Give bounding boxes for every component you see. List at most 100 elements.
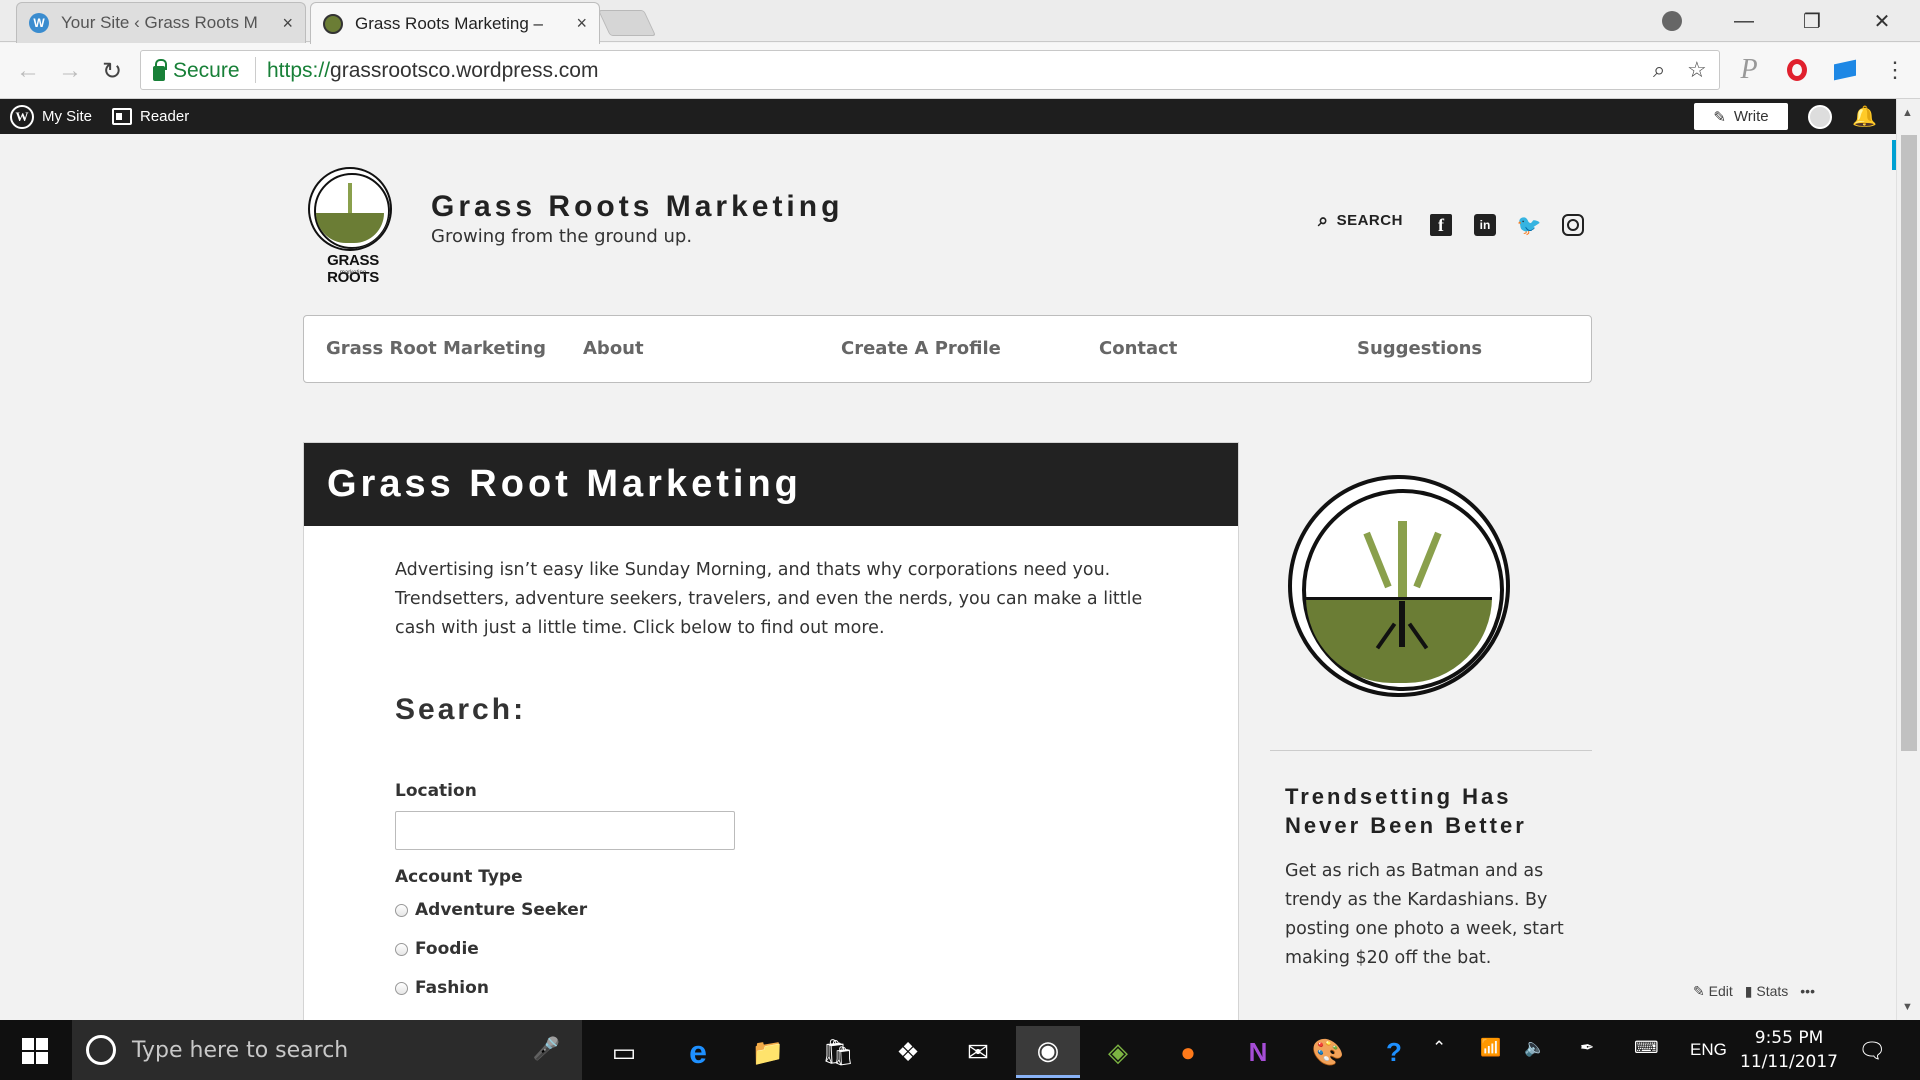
site-title[interactable]: Grass Roots Marketing <box>431 190 843 224</box>
pencil-icon: ✎ <box>1693 982 1705 999</box>
onenote-icon[interactable]: N <box>1226 1026 1290 1078</box>
my-site-link[interactable]: W My Site <box>10 99 92 134</box>
new-tab-button[interactable] <box>597 10 657 36</box>
forward-icon[interactable]: → <box>52 53 88 89</box>
back-icon[interactable]: ← <box>10 53 46 89</box>
site-logo[interactable]: GRASS ROOTS marketing <box>303 164 403 286</box>
radio-button[interactable] <box>395 981 408 995</box>
chrome-icon[interactable]: ◉ <box>1016 1026 1080 1078</box>
minimize-icon[interactable]: — <box>1714 0 1774 42</box>
opera-extension-icon[interactable] <box>1782 55 1812 85</box>
url-protocol: https:// <box>267 59 331 82</box>
nav-item-contact[interactable]: Contact <box>1099 338 1177 359</box>
restore-icon[interactable]: ❐ <box>1782 0 1842 42</box>
keyboard-icon[interactable]: ⌨ <box>1634 1038 1659 1058</box>
file-explorer-icon[interactable]: 📁 <box>736 1026 800 1078</box>
linkedin-icon[interactable]: in <box>1474 214 1496 236</box>
close-icon[interactable]: × <box>282 13 293 34</box>
reader-link[interactable]: Reader <box>112 99 189 134</box>
tray-chevron-icon[interactable]: ⌃ <box>1432 1038 1446 1058</box>
url-host: grassrootsco.wordpress.com <box>330 59 599 82</box>
system-clock[interactable]: 9:55 PM 11/11/2017 <box>1730 1026 1848 1074</box>
radio-label: Fashion <box>415 978 489 998</box>
write-label: Write <box>1733 108 1769 125</box>
avatar[interactable] <box>1808 105 1832 129</box>
wordpress-icon: W <box>29 13 49 33</box>
window-extension-icon[interactable] <box>1830 55 1860 85</box>
microphone-icon[interactable]: 🎤 <box>533 1036 560 1062</box>
sidebar-widget-text: Get as rich as Batman and as trendy as t… <box>1285 861 1564 968</box>
radio-label: Foodie <box>415 939 479 959</box>
edge-icon[interactable]: e <box>666 1026 730 1078</box>
clock-date: 11/11/2017 <box>1740 1052 1838 1072</box>
windows-start-icon[interactable] <box>22 1038 48 1064</box>
nav-item-suggestions[interactable]: Suggestions <box>1357 338 1482 359</box>
stats-link[interactable]: ▮ Stats <box>1745 983 1789 1000</box>
logo-grass-leaf <box>1363 531 1392 589</box>
task-view-icon[interactable]: ▭ <box>592 1026 656 1078</box>
tab-grass-roots[interactable]: Grass Roots Marketing – × <box>310 2 600 44</box>
store-icon[interactable]: 🛍 <box>806 1026 870 1078</box>
volume-icon[interactable]: 🔈 <box>1524 1038 1545 1058</box>
edit-label: Edit <box>1708 982 1733 999</box>
browser-toolbar: ← → ↻ Secure https://grassrootsco.wordpr… <box>0 43 1920 99</box>
scroll-up-arrow-icon[interactable]: ▲ <box>1902 107 1913 119</box>
help-icon[interactable]: ? <box>1362 1026 1426 1078</box>
scrollbar-thumb[interactable] <box>1901 135 1917 751</box>
header-search-button[interactable]: ⌕ SEARCH <box>1318 210 1403 231</box>
radio-label: Adventure Seeker <box>415 900 588 920</box>
radio-button[interactable] <box>395 942 408 956</box>
taskbar-search-box[interactable]: Type here to search 🎤 <box>72 1020 582 1080</box>
wifi-icon[interactable]: 📶 <box>1480 1038 1501 1058</box>
scroll-down-arrow-icon[interactable]: ▼ <box>1902 1001 1913 1013</box>
cortana-icon <box>86 1035 116 1065</box>
pen-icon[interactable]: ✒ <box>1580 1038 1594 1058</box>
tab-title: Grass Roots Marketing – <box>355 13 544 33</box>
facebook-icon[interactable]: f <box>1430 214 1452 236</box>
menu-dots-icon[interactable]: ⋮ <box>1880 55 1910 85</box>
nav-item-grass-root-marketing[interactable]: Grass Root Marketing <box>326 338 546 359</box>
address-bar[interactable]: Secure https://grassrootsco.wordpress.co… <box>140 50 1720 90</box>
more-options-icon[interactable]: ••• <box>1800 983 1815 999</box>
logo-text: GRASS ROOTS <box>327 252 379 286</box>
radio-option-foodie[interactable]: Foodie <box>395 939 479 959</box>
search-label: SEARCH <box>1336 212 1403 229</box>
location-input[interactable] <box>395 811 735 850</box>
edit-link[interactable]: ✎ Edit <box>1693 983 1733 1000</box>
reload-icon[interactable]: ↻ <box>94 53 130 89</box>
nav-item-create-a-profile[interactable]: Create A Profile <box>841 338 1001 359</box>
location-label: Location <box>395 781 477 801</box>
logo-subtext: marketing <box>339 270 367 276</box>
write-button[interactable]: ✎ Write <box>1694 103 1788 130</box>
mail-icon[interactable]: ✉ <box>946 1026 1010 1078</box>
twitter-icon[interactable]: 🐦 <box>1517 214 1542 237</box>
profile-icon[interactable] <box>1642 0 1702 42</box>
secure-indicator[interactable]: Secure <box>153 58 240 83</box>
close-icon[interactable]: × <box>576 13 587 34</box>
page-scrollbar[interactable]: ▲ ▼ <box>1896 99 1920 1020</box>
paint-icon[interactable]: 🎨 <box>1296 1026 1360 1078</box>
wordpress-logo-icon: W <box>10 104 34 129</box>
android-studio-icon[interactable]: ◈ <box>1086 1026 1150 1078</box>
radio-option-adventure-seeker[interactable]: Adventure Seeker <box>395 900 587 920</box>
firefox-icon[interactable]: ● <box>1156 1026 1220 1078</box>
stats-label: Stats <box>1756 982 1789 999</box>
taskbar-search-placeholder: Type here to search <box>132 1037 349 1063</box>
zoom-icon[interactable]: ⌕ <box>1653 57 1665 83</box>
bookmark-star-icon[interactable]: ☆ <box>1687 57 1707 83</box>
close-window-icon[interactable]: ✕ <box>1852 0 1912 42</box>
logo-soil <box>316 213 384 243</box>
language-indicator[interactable]: ENG <box>1690 1040 1727 1060</box>
tab-your-site[interactable]: W Your Site ‹ Grass Roots M × <box>16 2 306 43</box>
pencil-icon: ✎ <box>1713 108 1726 126</box>
nav-item-about[interactable]: About <box>583 338 644 359</box>
url-text[interactable]: https://grassrootsco.wordpress.com <box>267 59 598 83</box>
main-navigation: Grass Root Marketing About Create A Prof… <box>303 315 1592 383</box>
pinterest-extension-icon[interactable]: P <box>1734 54 1764 85</box>
dropbox-icon[interactable]: ❖ <box>876 1026 940 1078</box>
radio-option-fashion[interactable]: Fashion <box>395 978 489 998</box>
instagram-icon[interactable] <box>1562 214 1584 236</box>
radio-button[interactable] <box>395 903 408 917</box>
notifications-icon[interactable]: 🔔 <box>1852 104 1877 129</box>
action-center-icon[interactable]: 🗨 <box>1858 1038 1886 1064</box>
